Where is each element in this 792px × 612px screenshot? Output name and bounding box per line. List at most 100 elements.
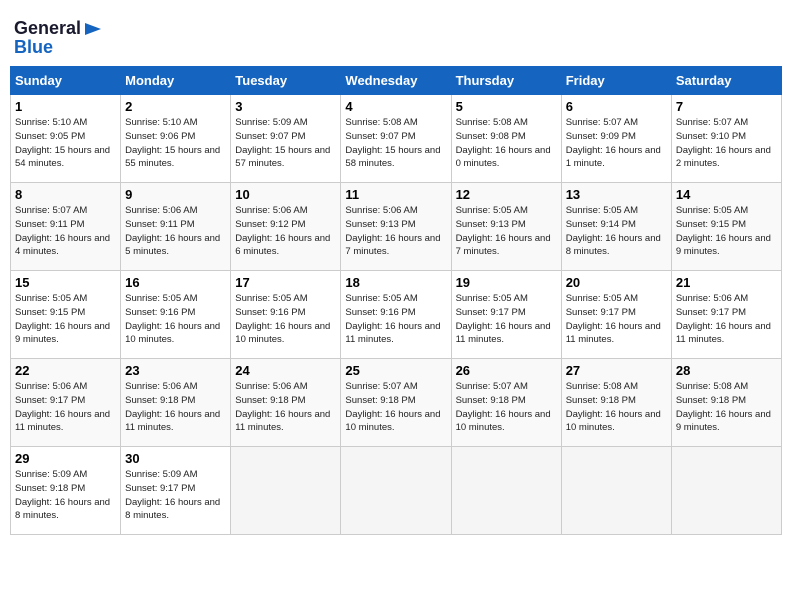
calendar-cell: 19 Sunrise: 5:05 AM Sunset: 9:17 PM Dayl… <box>451 271 561 359</box>
day-number: 30 <box>125 451 226 466</box>
calendar-cell: 8 Sunrise: 5:07 AM Sunset: 9:11 PM Dayli… <box>11 183 121 271</box>
day-info: Sunrise: 5:10 AM Sunset: 9:05 PM Dayligh… <box>15 116 116 171</box>
calendar-cell: 21 Sunrise: 5:06 AM Sunset: 9:17 PM Dayl… <box>671 271 781 359</box>
day-info: Sunrise: 5:06 AM Sunset: 9:11 PM Dayligh… <box>125 204 226 259</box>
calendar-cell: 23 Sunrise: 5:06 AM Sunset: 9:18 PM Dayl… <box>121 359 231 447</box>
day-info: Sunrise: 5:07 AM Sunset: 9:10 PM Dayligh… <box>676 116 777 171</box>
day-number: 29 <box>15 451 116 466</box>
logo: General Blue <box>14 18 103 58</box>
day-info: Sunrise: 5:05 AM Sunset: 9:17 PM Dayligh… <box>566 292 667 347</box>
calendar-cell <box>671 447 781 535</box>
calendar-cell <box>341 447 451 535</box>
day-number: 14 <box>676 187 777 202</box>
day-number: 11 <box>345 187 446 202</box>
calendar-cell: 4 Sunrise: 5:08 AM Sunset: 9:07 PM Dayli… <box>341 95 451 183</box>
day-info: Sunrise: 5:08 AM Sunset: 9:08 PM Dayligh… <box>456 116 557 171</box>
day-number: 3 <box>235 99 336 114</box>
day-of-week-header: Wednesday <box>341 67 451 95</box>
day-info: Sunrise: 5:05 AM Sunset: 9:13 PM Dayligh… <box>456 204 557 259</box>
day-info: Sunrise: 5:05 AM Sunset: 9:17 PM Dayligh… <box>456 292 557 347</box>
day-number: 6 <box>566 99 667 114</box>
calendar-cell: 29 Sunrise: 5:09 AM Sunset: 9:18 PM Dayl… <box>11 447 121 535</box>
calendar-cell: 24 Sunrise: 5:06 AM Sunset: 9:18 PM Dayl… <box>231 359 341 447</box>
calendar-cell: 9 Sunrise: 5:06 AM Sunset: 9:11 PM Dayli… <box>121 183 231 271</box>
day-info: Sunrise: 5:10 AM Sunset: 9:06 PM Dayligh… <box>125 116 226 171</box>
day-number: 23 <box>125 363 226 378</box>
calendar-cell: 18 Sunrise: 5:05 AM Sunset: 9:16 PM Dayl… <box>341 271 451 359</box>
calendar-cell: 28 Sunrise: 5:08 AM Sunset: 9:18 PM Dayl… <box>671 359 781 447</box>
day-number: 13 <box>566 187 667 202</box>
calendar-cell: 14 Sunrise: 5:05 AM Sunset: 9:15 PM Dayl… <box>671 183 781 271</box>
day-info: Sunrise: 5:06 AM Sunset: 9:13 PM Dayligh… <box>345 204 446 259</box>
calendar-cell: 25 Sunrise: 5:07 AM Sunset: 9:18 PM Dayl… <box>341 359 451 447</box>
day-number: 8 <box>15 187 116 202</box>
day-info: Sunrise: 5:07 AM Sunset: 9:18 PM Dayligh… <box>456 380 557 435</box>
day-number: 10 <box>235 187 336 202</box>
day-info: Sunrise: 5:06 AM Sunset: 9:17 PM Dayligh… <box>15 380 116 435</box>
day-number: 15 <box>15 275 116 290</box>
calendar-cell: 1 Sunrise: 5:10 AM Sunset: 9:05 PM Dayli… <box>11 95 121 183</box>
calendar-cell: 30 Sunrise: 5:09 AM Sunset: 9:17 PM Dayl… <box>121 447 231 535</box>
day-of-week-header: Thursday <box>451 67 561 95</box>
day-number: 1 <box>15 99 116 114</box>
calendar-cell: 15 Sunrise: 5:05 AM Sunset: 9:15 PM Dayl… <box>11 271 121 359</box>
header: General Blue <box>10 10 782 58</box>
day-number: 7 <box>676 99 777 114</box>
day-number: 16 <box>125 275 226 290</box>
day-info: Sunrise: 5:09 AM Sunset: 9:18 PM Dayligh… <box>15 468 116 523</box>
day-info: Sunrise: 5:05 AM Sunset: 9:16 PM Dayligh… <box>345 292 446 347</box>
calendar-cell: 16 Sunrise: 5:05 AM Sunset: 9:16 PM Dayl… <box>121 271 231 359</box>
calendar-cell: 3 Sunrise: 5:09 AM Sunset: 9:07 PM Dayli… <box>231 95 341 183</box>
day-info: Sunrise: 5:08 AM Sunset: 9:07 PM Dayligh… <box>345 116 446 171</box>
calendar-cell <box>451 447 561 535</box>
day-of-week-header: Sunday <box>11 67 121 95</box>
calendar-cell: 27 Sunrise: 5:08 AM Sunset: 9:18 PM Dayl… <box>561 359 671 447</box>
day-info: Sunrise: 5:09 AM Sunset: 9:07 PM Dayligh… <box>235 116 336 171</box>
calendar-cell: 17 Sunrise: 5:05 AM Sunset: 9:16 PM Dayl… <box>231 271 341 359</box>
day-number: 22 <box>15 363 116 378</box>
day-info: Sunrise: 5:05 AM Sunset: 9:16 PM Dayligh… <box>125 292 226 347</box>
day-info: Sunrise: 5:05 AM Sunset: 9:15 PM Dayligh… <box>15 292 116 347</box>
day-info: Sunrise: 5:05 AM Sunset: 9:14 PM Dayligh… <box>566 204 667 259</box>
day-info: Sunrise: 5:06 AM Sunset: 9:17 PM Dayligh… <box>676 292 777 347</box>
calendar-cell: 12 Sunrise: 5:05 AM Sunset: 9:13 PM Dayl… <box>451 183 561 271</box>
day-number: 25 <box>345 363 446 378</box>
day-info: Sunrise: 5:06 AM Sunset: 9:18 PM Dayligh… <box>125 380 226 435</box>
day-info: Sunrise: 5:07 AM Sunset: 9:11 PM Dayligh… <box>15 204 116 259</box>
calendar-cell: 10 Sunrise: 5:06 AM Sunset: 9:12 PM Dayl… <box>231 183 341 271</box>
day-of-week-header: Monday <box>121 67 231 95</box>
day-info: Sunrise: 5:05 AM Sunset: 9:15 PM Dayligh… <box>676 204 777 259</box>
day-number: 17 <box>235 275 336 290</box>
day-number: 21 <box>676 275 777 290</box>
day-info: Sunrise: 5:08 AM Sunset: 9:18 PM Dayligh… <box>676 380 777 435</box>
day-info: Sunrise: 5:06 AM Sunset: 9:18 PM Dayligh… <box>235 380 336 435</box>
day-info: Sunrise: 5:07 AM Sunset: 9:09 PM Dayligh… <box>566 116 667 171</box>
calendar-cell: 20 Sunrise: 5:05 AM Sunset: 9:17 PM Dayl… <box>561 271 671 359</box>
calendar-cell: 2 Sunrise: 5:10 AM Sunset: 9:06 PM Dayli… <box>121 95 231 183</box>
day-info: Sunrise: 5:06 AM Sunset: 9:12 PM Dayligh… <box>235 204 336 259</box>
calendar-cell: 5 Sunrise: 5:08 AM Sunset: 9:08 PM Dayli… <box>451 95 561 183</box>
logo-general: General <box>14 18 81 39</box>
day-number: 27 <box>566 363 667 378</box>
calendar-cell: 6 Sunrise: 5:07 AM Sunset: 9:09 PM Dayli… <box>561 95 671 183</box>
day-number: 9 <box>125 187 226 202</box>
day-number: 2 <box>125 99 226 114</box>
day-info: Sunrise: 5:07 AM Sunset: 9:18 PM Dayligh… <box>345 380 446 435</box>
day-of-week-header: Friday <box>561 67 671 95</box>
day-number: 28 <box>676 363 777 378</box>
calendar-cell: 7 Sunrise: 5:07 AM Sunset: 9:10 PM Dayli… <box>671 95 781 183</box>
day-number: 20 <box>566 275 667 290</box>
day-number: 4 <box>345 99 446 114</box>
day-number: 19 <box>456 275 557 290</box>
calendar-cell: 22 Sunrise: 5:06 AM Sunset: 9:17 PM Dayl… <box>11 359 121 447</box>
day-number: 12 <box>456 187 557 202</box>
day-info: Sunrise: 5:09 AM Sunset: 9:17 PM Dayligh… <box>125 468 226 523</box>
logo-icon <box>83 19 103 39</box>
day-info: Sunrise: 5:08 AM Sunset: 9:18 PM Dayligh… <box>566 380 667 435</box>
calendar-cell <box>231 447 341 535</box>
calendar-cell: 13 Sunrise: 5:05 AM Sunset: 9:14 PM Dayl… <box>561 183 671 271</box>
day-number: 18 <box>345 275 446 290</box>
calendar-cell: 26 Sunrise: 5:07 AM Sunset: 9:18 PM Dayl… <box>451 359 561 447</box>
day-of-week-header: Saturday <box>671 67 781 95</box>
calendar-cell <box>561 447 671 535</box>
